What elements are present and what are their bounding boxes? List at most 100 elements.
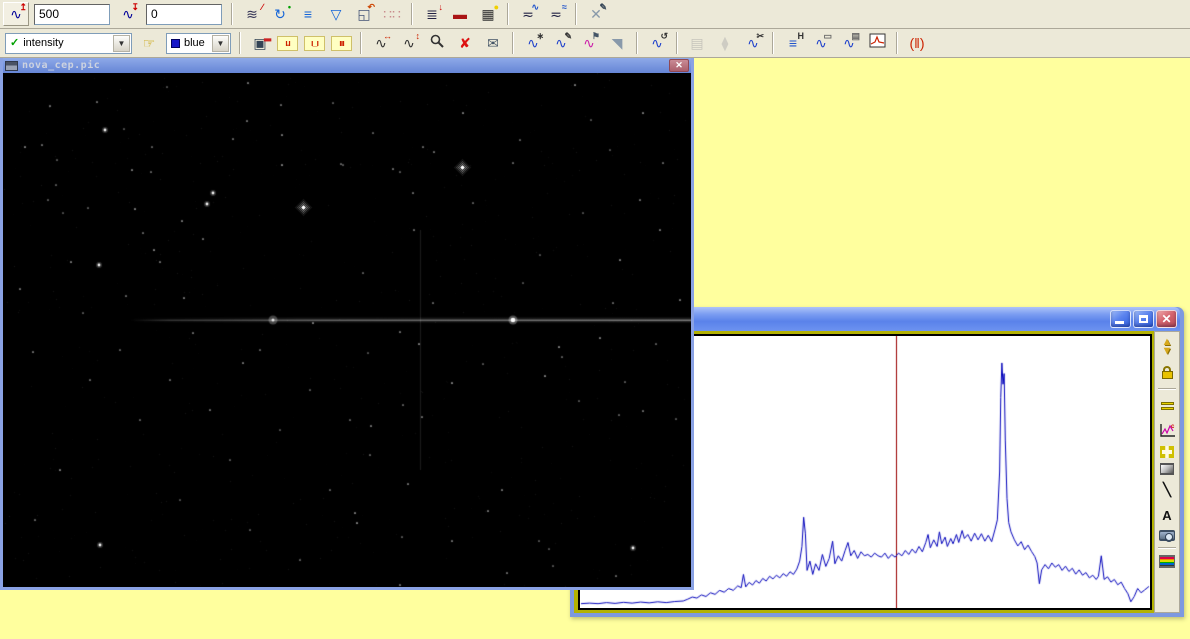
profile-report-icon: ▤	[851, 32, 860, 41]
toolbar-separator	[507, 3, 509, 25]
draw-cross-icon: ✎	[599, 3, 607, 12]
rainbow-palette-icon[interactable]	[1159, 555, 1175, 568]
color-swatch-icon	[171, 39, 180, 48]
auto-threshold-button[interactable]: ≋∕	[239, 2, 265, 26]
dashed-square-icon[interactable]	[1160, 446, 1174, 458]
bars-wave-button[interactable]: ≂∿	[515, 2, 541, 26]
view-toolbar: ✓intensity▼☞blue▼▣▂ı.ıı_ıııı∿↔∿↕✘✉∿∗∿✎∿⚑…	[0, 29, 1190, 58]
rotate-icon: ↻	[274, 7, 286, 21]
brush-button[interactable]: ◥	[604, 31, 630, 55]
profile-width-button[interactable]: ∿↔	[368, 31, 394, 55]
gradient-square-icon[interactable]	[1160, 463, 1174, 475]
sun-exposure-button[interactable]: ▦●	[475, 2, 501, 26]
toolbar-separator	[231, 3, 233, 25]
audio-beep-button[interactable]: (‖)	[904, 31, 930, 55]
bars-wave-edit-icon: ≂	[550, 7, 562, 21]
channel-combo-value: blue	[184, 37, 212, 49]
starfield-image[interactable]	[3, 73, 691, 587]
color-band-button[interactable]: ▬	[447, 2, 473, 26]
sun-exposure-icon: ●	[494, 3, 499, 12]
cut-profile-icon: ✂	[756, 32, 764, 41]
pen-profile-button[interactable]: ∿✎	[548, 31, 574, 55]
toolbar-separator	[636, 32, 638, 54]
droplet-icon: ⧫	[722, 36, 729, 50]
display-mode-combo[interactable]: ✓intensity▼	[5, 33, 132, 54]
histogram-mid-icon[interactable]: ı_ı	[304, 36, 325, 51]
channel-combo[interactable]: blue▼	[166, 33, 231, 54]
hand-pick-icon: ☞	[143, 36, 156, 50]
profile-flag2-icon: ▭	[823, 32, 832, 41]
star-profile-button[interactable]: ∿∗	[520, 31, 546, 55]
delete-button[interactable]: ✘	[452, 31, 478, 55]
diagonal-line-icon[interactable]: ╲	[1156, 480, 1178, 500]
lock-icon[interactable]	[1156, 362, 1178, 382]
horizontal-lines-button[interactable]: ≡	[295, 2, 321, 26]
lower-threshold-input[interactable]	[146, 4, 222, 25]
maximize-button[interactable]	[1133, 310, 1154, 328]
profile-height-button[interactable]: ∿↕	[396, 31, 422, 55]
plot-window-icon	[869, 33, 886, 53]
rotate-button[interactable]: ↻•	[267, 2, 293, 26]
hand-pick-button[interactable]: ☞	[136, 31, 162, 55]
minimize-icon	[1115, 321, 1124, 324]
camera-icon[interactable]	[1159, 530, 1175, 541]
header-info-button[interactable]: ≡H	[780, 31, 806, 55]
toolbar-separator	[239, 32, 241, 54]
window-icon	[5, 61, 18, 71]
scroll-up-down-icon[interactable]: ▲▼	[1156, 337, 1178, 357]
axes-plot-icon[interactable]: c	[1156, 421, 1178, 441]
keyboard-button: ▤	[684, 31, 710, 55]
export-mail-button[interactable]: ✉	[480, 31, 506, 55]
maximize-icon	[1139, 315, 1148, 323]
profile-refresh-button[interactable]: ∿↺	[644, 31, 670, 55]
bars-wave-edit-button[interactable]: ≂≈	[543, 2, 569, 26]
dot-grid-button[interactable]: ∷∷	[379, 2, 405, 26]
toolbar-separator	[575, 3, 577, 25]
image-window-titlebar[interactable]: nova_cep.pic ✕	[3, 58, 691, 73]
dot-grid-icon: ∷∷	[383, 7, 401, 21]
image-window-title: nova_cep.pic	[22, 60, 669, 71]
dropdown-arrow-icon[interactable]: ▼	[113, 35, 130, 52]
toolbar-separator	[411, 3, 413, 25]
double-line-icon[interactable]	[1156, 396, 1178, 416]
text-tool-icon[interactable]: A	[1156, 505, 1178, 525]
bars-wave-icon: ∿	[531, 3, 539, 12]
toolbar-separator	[896, 32, 898, 54]
draw-cross-button[interactable]: ✕✎	[583, 2, 609, 26]
droplet-button: ⧫	[712, 31, 738, 55]
desktop: { "desktop": { "background": "#ffff9e" }…	[0, 0, 1190, 639]
dropdown-arrow-icon[interactable]: ▼	[212, 35, 229, 52]
bars-wave-edit-icon: ≈	[562, 3, 567, 12]
profile-flag2-button[interactable]: ∿▭	[808, 31, 834, 55]
funnel-button[interactable]: ▽	[323, 2, 349, 26]
horizontal-lines-icon: ≡	[304, 7, 312, 21]
histogram-high-icon[interactable]: ııı	[331, 36, 352, 51]
profile-toolbar: ▲▼ c ╲ A	[1154, 331, 1180, 613]
image-close-button[interactable]: ✕	[669, 59, 689, 72]
cascade-windows-button[interactable]: ◱↶	[351, 2, 377, 26]
close-button[interactable]: ✕	[1156, 310, 1177, 328]
screen-preview-button[interactable]: ▣▂	[247, 31, 273, 55]
header-info-icon: ≡	[789, 36, 797, 50]
color-band-icon: ▬	[453, 7, 467, 21]
flag-profile-button[interactable]: ∿⚑	[576, 31, 602, 55]
stack-export-button[interactable]: ≣↓	[419, 2, 445, 26]
upper-threshold-curve-button-button[interactable]: ∿↥	[3, 2, 29, 26]
profile-report-button[interactable]: ∿▤	[836, 31, 862, 55]
minimize-button[interactable]	[1110, 310, 1131, 328]
delete-icon: ✘	[459, 36, 471, 50]
pen-profile-icon: ✎	[564, 32, 572, 41]
profile-refresh-icon: ↺	[660, 32, 668, 41]
zoom-icon	[429, 33, 445, 54]
lower-threshold-curve-button[interactable]: ∿↧	[115, 2, 141, 26]
plot-window-button[interactable]	[864, 31, 890, 55]
upper-threshold-input[interactable]	[34, 4, 110, 25]
toolbar-separator	[512, 32, 514, 54]
close-icon: ✕	[1161, 313, 1171, 325]
cut-profile-button[interactable]: ∿✂	[740, 31, 766, 55]
stack-export-icon: ↓	[439, 3, 444, 12]
zoom-button[interactable]	[424, 31, 450, 55]
histogram-low-icon[interactable]: ı.ı	[277, 36, 298, 51]
screen-preview-icon: ▂	[264, 32, 271, 41]
profile-height-icon: ∿	[403, 36, 415, 50]
